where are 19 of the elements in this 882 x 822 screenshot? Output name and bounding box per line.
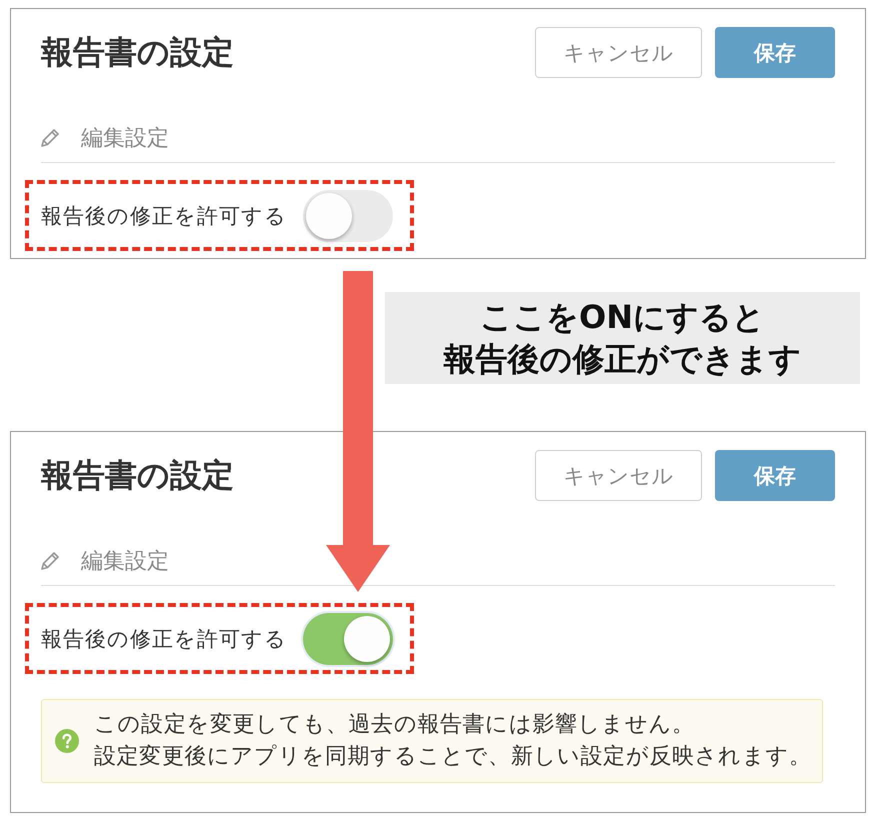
setting-label: 報告後の修正を許可する — [41, 202, 287, 230]
callout-text: 報告後の修正ができます — [444, 339, 802, 380]
setting-label: 報告後の修正を許可する — [41, 626, 287, 652]
section-label: 編集設定 — [81, 548, 169, 576]
note-text: 設定変更後にアプリを同期することで、新しい設定が反映されます。 — [94, 743, 812, 771]
help-icon — [55, 729, 79, 753]
save-button[interactable]: 保存 — [715, 27, 835, 78]
section-label: 編集設定 — [81, 125, 169, 153]
toggle-switch[interactable] — [303, 190, 393, 242]
callout-text: ここをONにすると — [480, 297, 765, 338]
cancel-button[interactable]: キャンセル — [535, 27, 702, 78]
toggle-switch[interactable] — [303, 612, 393, 664]
save-button[interactable]: 保存 — [715, 450, 835, 501]
panel-title: 報告書の設定 — [41, 454, 234, 496]
note-text: この設定を変更しても、過去の報告書には影響しません。 — [94, 711, 695, 739]
pencil-icon — [41, 129, 59, 147]
panel-title: 報告書の設定 — [41, 32, 234, 72]
pencil-icon — [41, 552, 59, 570]
cancel-button[interactable]: キャンセル — [535, 450, 702, 501]
